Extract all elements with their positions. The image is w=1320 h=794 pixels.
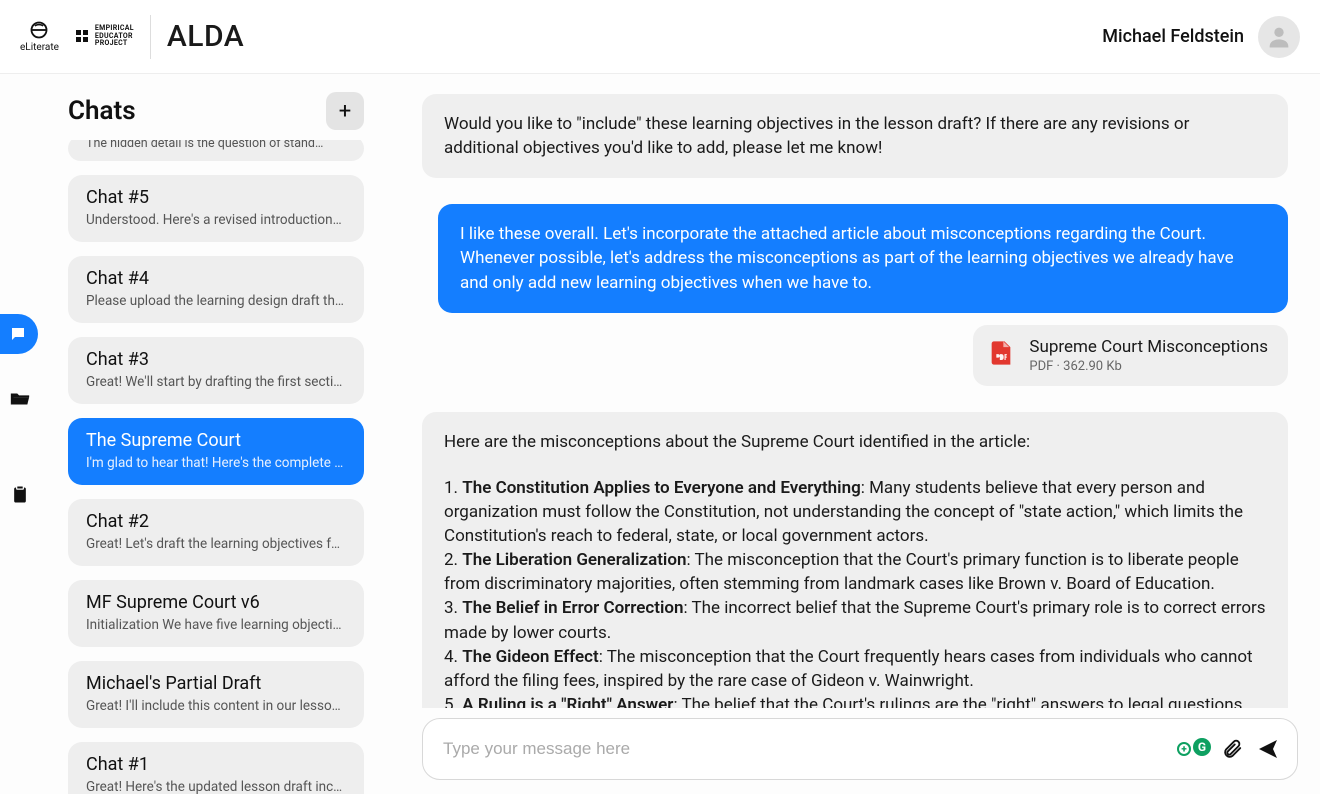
composer: G + — [422, 718, 1298, 780]
ai-message-text: Would you like to "include" these learni… — [444, 114, 1189, 158]
chat-item-title: Chat #4 — [86, 268, 346, 289]
rail-chat-button[interactable] — [0, 314, 38, 354]
eep-logo: EMPIRICAL EDUCATOR PROJECT — [75, 25, 134, 48]
ai-message: Would you like to "include" these learni… — [422, 94, 1288, 178]
user-area[interactable]: Michael Feldstein — [1102, 16, 1300, 58]
nav-rail — [0, 74, 40, 794]
sidebar-header: Chats + — [68, 92, 374, 140]
ai-list-intro: Here are the misconceptions about the Su… — [444, 430, 1266, 454]
chat-item-subtitle: Great! I'll include this content in our … — [86, 698, 346, 714]
chat-list: The hidden detail is the question of sta… — [68, 140, 374, 794]
avatar-icon — [1265, 23, 1293, 51]
clipboard-icon — [10, 485, 30, 505]
grammarly-icon[interactable]: G + — [1177, 738, 1211, 760]
user-name: Michael Feldstein — [1102, 26, 1244, 47]
misconception-item: 4. The Gideon Effect: The misconception … — [444, 647, 1253, 691]
chat-item-subtitle: The hidden detail is the question of sta… — [86, 140, 346, 151]
header: eLiterate EMPIRICAL EDUCATOR PROJECT ALD… — [0, 0, 1320, 74]
misconception-item: 3. The Belief in Error Correction: The i… — [444, 598, 1266, 642]
chat-list-item[interactable]: Michael's Partial Draft Great! I'll inclu… — [68, 661, 364, 728]
rail-folder-button[interactable] — [9, 388, 31, 410]
attachment-meta: PDF · 362.90 Kb — [1029, 359, 1268, 374]
new-chat-button[interactable]: + — [326, 92, 364, 130]
chat-item-title: Chat #2 — [86, 511, 346, 532]
attachment-card[interactable]: Supreme Court Misconceptions PDF · 362.9… — [973, 325, 1288, 386]
chat-item-title: Chat #1 — [86, 754, 346, 775]
plus-icon: + — [339, 99, 351, 124]
eliterate-logo: eLiterate — [20, 20, 59, 53]
chat-list-item[interactable]: The Supreme Court I'm glad to hear that! … — [68, 418, 364, 485]
chat-list-item[interactable]: Chat #4 Please upload the learning design… — [68, 256, 364, 323]
chat-item-title: MF Supreme Court v6 — [86, 592, 346, 613]
attachment-title: Supreme Court Misconceptions — [1029, 337, 1268, 357]
misconception-item: 1. The Constitution Applies to Everyone … — [444, 478, 1243, 546]
conversation-scroll[interactable]: Would you like to "include" these learni… — [422, 74, 1298, 708]
chat-list-item[interactable]: Chat #5 Understood. Here's a revised intr… — [68, 175, 364, 242]
chat-item-title: Chat #5 — [86, 187, 346, 208]
eep-text: EMPIRICAL EDUCATOR PROJECT — [95, 25, 134, 48]
chat-item-subtitle: Initialization We have five learning obj… — [86, 617, 346, 633]
avatar[interactable] — [1258, 16, 1300, 58]
chat-bubble-icon — [9, 325, 27, 343]
send-icon — [1256, 737, 1280, 761]
chat-item-subtitle: Great! Here's the updated lesson draft i… — [86, 779, 346, 794]
chat-item-title: The Supreme Court — [86, 430, 346, 451]
chat-list-item[interactable]: The hidden detail is the question of sta… — [68, 140, 364, 161]
sidebar-title: Chats — [68, 96, 136, 126]
eep-icon — [75, 29, 91, 45]
chat-list-item[interactable]: Chat #1 Great! Here's the updated lesson … — [68, 742, 364, 794]
eliterate-text: eLiterate — [20, 42, 59, 53]
misconception-bold: The Belief in Error Correction — [462, 598, 683, 618]
misconception-bold: The Constitution Applies to Everyone and… — [462, 478, 860, 498]
chat-item-subtitle: Please upload the learning design draft … — [86, 293, 346, 309]
chat-item-subtitle: Great! We'll start by drafting the first… — [86, 374, 346, 390]
eliterate-icon — [28, 20, 50, 40]
misconception-list: 1. The Constitution Applies to Everyone … — [444, 476, 1266, 708]
logo-group: eLiterate EMPIRICAL EDUCATOR PROJECT ALD… — [20, 15, 244, 59]
chat-item-subtitle: Understood. Here's a revised introductio… — [86, 212, 346, 228]
misconception-bold: The Gideon Effect — [462, 647, 598, 667]
attachment-info: Supreme Court Misconceptions PDF · 362.9… — [1029, 337, 1268, 374]
chat-item-subtitle: I'm glad to hear that! Here's the comple… — [86, 455, 346, 471]
misconception-item: 5. A Ruling is a "Right" Answer: The bel… — [444, 695, 1242, 708]
paperclip-icon — [1221, 738, 1243, 760]
misconception-bold: A Ruling is a "Right" Answer — [462, 695, 673, 708]
logo-divider — [150, 15, 151, 59]
pdf-icon — [987, 339, 1015, 371]
chat-list-item[interactable]: Chat #2 Great! Let's draft the learning o… — [68, 499, 364, 566]
user-message: I like these overall. Let's incorporate … — [438, 204, 1288, 312]
ai-message: Here are the misconceptions about the Su… — [422, 412, 1288, 708]
chat-item-subtitle: Great! Let's draft the learning objectiv… — [86, 536, 346, 552]
chat-list-item[interactable]: Chat #3 Great! We'll start by drafting th… — [68, 337, 364, 404]
app-name: ALDA — [167, 19, 244, 54]
sidebar: Chats + The hidden detail is the questio… — [40, 74, 384, 794]
chat-item-title: Chat #3 — [86, 349, 346, 370]
rail-clipboard-button[interactable] — [9, 484, 31, 506]
misconception-bold: The Liberation Generalization — [462, 550, 686, 570]
message-input[interactable] — [437, 729, 1167, 769]
main-panel: Would you like to "include" these learni… — [384, 74, 1320, 794]
send-button[interactable] — [1253, 734, 1283, 764]
misconception-item: 2. The Liberation Generalization: The mi… — [444, 550, 1239, 594]
folder-open-icon — [9, 388, 31, 410]
attach-button[interactable] — [1217, 734, 1247, 764]
chat-list-item[interactable]: MF Supreme Court v6 Initialization We hav… — [68, 580, 364, 647]
chat-item-title: Michael's Partial Draft — [86, 673, 346, 694]
user-message-text: I like these overall. Let's incorporate … — [460, 224, 1234, 292]
